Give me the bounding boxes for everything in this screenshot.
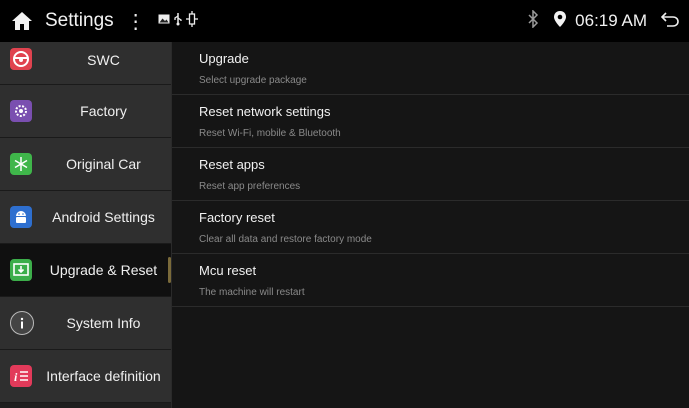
gallery-icon [158, 12, 170, 30]
connection-icon [185, 10, 198, 32]
sidebar-item-label: Interface definition [46, 368, 161, 384]
list-icon: i [10, 365, 32, 387]
sidebar-item-swc[interactable]: SWC [0, 42, 171, 85]
sidebar-item-android-settings[interactable]: Android Settings [0, 191, 171, 244]
setting-title: Factory reset [199, 210, 275, 225]
setting-row-factory-reset[interactable]: Factory reset Clear all data and restore… [172, 201, 689, 254]
sidebar: SWC Factory Original Car Android Setting… [0, 42, 172, 408]
svg-text:i: i [14, 370, 18, 384]
sidebar-item-label: Original Car [66, 156, 141, 172]
usb-icon [173, 12, 183, 31]
setting-row-reset-network[interactable]: Reset network settings Reset Wi-Fi, mobi… [172, 95, 689, 148]
setting-subtitle: Reset app preferences [199, 181, 301, 192]
setting-subtitle: Clear all data and restore factory mode [199, 234, 372, 245]
setting-subtitle: The machine will restart [199, 287, 305, 298]
location-pin-icon [553, 10, 567, 33]
overflow-menu-icon[interactable]: ⋮ [126, 9, 146, 34]
page-title: Settings [45, 10, 114, 31]
sidebar-item-label: Upgrade & Reset [49, 262, 158, 278]
steering-wheel-icon [10, 48, 32, 70]
clock: 06:19 AM [575, 11, 647, 30]
setting-title: Reset network settings [199, 104, 331, 119]
sidebar-item-interface-definition[interactable]: i Interface definition [0, 350, 171, 403]
setting-title: Mcu reset [199, 263, 257, 278]
back-icon[interactable] [660, 11, 679, 32]
sidebar-item-original-car[interactable]: Original Car [0, 138, 171, 191]
sidebar-item-label: SWC [87, 52, 120, 68]
bluetooth-icon [527, 8, 539, 33]
setting-row-mcu-reset[interactable]: Mcu reset The machine will restart [172, 254, 689, 307]
download-icon [10, 259, 32, 281]
settings-panel: Upgrade Select upgrade package Reset net… [172, 42, 689, 408]
sidebar-item-factory[interactable]: Factory [0, 85, 171, 138]
setting-subtitle: Reset Wi-Fi, mobile & Bluetooth [199, 128, 341, 139]
sidebar-item-label: System Info [66, 315, 141, 331]
sidebar-item-label: Factory [80, 103, 127, 119]
android-icon [10, 206, 32, 228]
setting-subtitle: Select upgrade package [199, 75, 307, 86]
setting-row-reset-apps[interactable]: Reset apps Reset app preferences [172, 148, 689, 201]
setting-row-upgrade[interactable]: Upgrade Select upgrade package [172, 42, 689, 95]
home-icon[interactable] [11, 10, 33, 32]
sidebar-item-label: Android Settings [52, 209, 155, 225]
gear-icon [10, 100, 32, 122]
info-icon [10, 311, 34, 335]
sidebar-item-system-info[interactable]: System Info [0, 297, 171, 350]
active-indicator [168, 257, 171, 283]
setting-title: Reset apps [199, 157, 265, 172]
status-bar: Settings ⋮ 06:19 AM [0, 0, 689, 42]
sidebar-item-upgrade-reset[interactable]: Upgrade & Reset [0, 244, 171, 297]
setting-title: Upgrade [199, 51, 249, 66]
snowflake-icon [10, 153, 32, 175]
